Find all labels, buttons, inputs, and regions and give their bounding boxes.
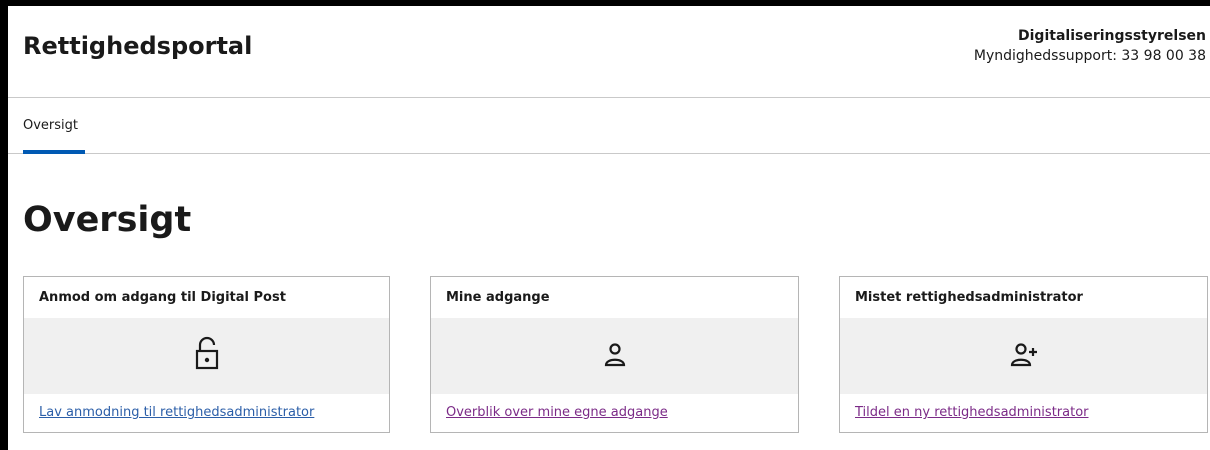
support-phone: Myndighedssupport: 33 98 00 38 (973, 48, 1206, 64)
org-info: Digitaliseringsstyrelsen Myndighedssuppo… (974, 26, 1206, 66)
active-tab-indicator (23, 150, 85, 154)
card-title: Anmod om adgang til Digital Post (39, 290, 286, 305)
my-access-link[interactable]: Overblik over mine egne adgange (446, 405, 668, 420)
card-lost-admin: Mistet rettighedsadministrator Tildel en… (839, 276, 1208, 433)
unlock-icon (195, 336, 218, 370)
header: Rettighedsportal Digitaliseringsstyrelse… (8, 6, 1210, 98)
card-title: Mine adgange (446, 290, 550, 305)
tab-label: Oversigt (23, 118, 79, 133)
card-title: Mistet rettighedsadministrator (855, 290, 1083, 305)
card-request-access: Anmod om adgang til Digital Post Lav anm… (23, 276, 390, 433)
card-my-access: Mine adgange Overblik over mine egne adg… (430, 276, 799, 433)
tab-oversigt[interactable]: Oversigt (23, 98, 85, 154)
page-title: Oversigt (23, 200, 192, 240)
card-icon-area (24, 318, 389, 394)
card-icon-area (840, 318, 1207, 394)
card-icon-area (431, 318, 798, 394)
org-name: Digitaliseringsstyrelsen (1018, 28, 1206, 44)
tab-bar: Oversigt (8, 98, 1210, 154)
user-icon (604, 343, 625, 367)
window-border-left (0, 0, 8, 450)
app-title[interactable]: Rettighedsportal (23, 32, 252, 60)
request-access-link[interactable]: Lav anmodning til rettighedsadministrato… (39, 405, 314, 420)
user-add-icon (1010, 343, 1037, 367)
assign-admin-link[interactable]: Tildel en ny rettighedsadministrator (855, 405, 1089, 420)
